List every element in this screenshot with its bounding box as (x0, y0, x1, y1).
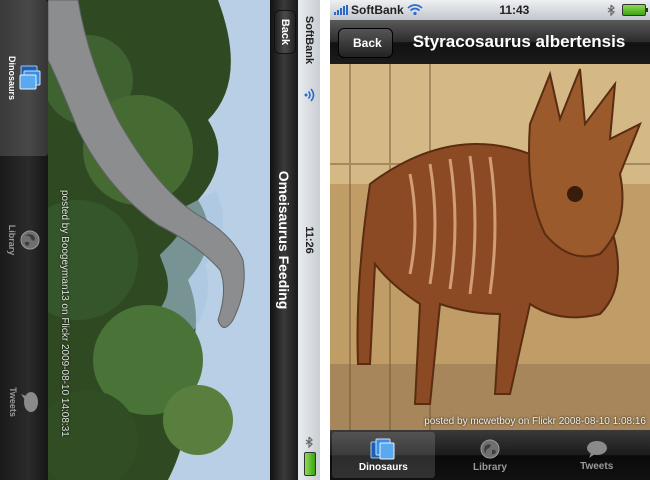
left-nav-title: Omeisaurus Feeding (270, 150, 298, 330)
battery-icon (621, 4, 648, 16)
tweets-bubble-icon (586, 440, 607, 458)
right-back-button[interactable]: Back (338, 28, 393, 58)
signal-strength-icon (334, 5, 348, 15)
right-nav-bar: Back Styracosaurus albertensis (330, 20, 650, 65)
bluetooth-icon (607, 4, 615, 16)
right-tab-dinosaurs[interactable]: Dinosaurs (332, 432, 435, 478)
left-tab-tweets[interactable]: Tweets (0, 324, 48, 480)
left-back-button[interactable]: Back (274, 10, 296, 54)
left-photo-credit: posted by Boogeyman13 on Flickr 2009-08-… (59, 190, 70, 437)
dinosaurs-cards-icon (19, 65, 41, 90)
left-tab-tweets-label: Tweets (8, 387, 18, 417)
left-screen: Dinosaurs Library Tweets posted by Booge… (0, 0, 320, 480)
left-time-text: 11:26 (303, 226, 315, 254)
right-tab-bar: Dinosaurs Library Tweets (330, 430, 650, 480)
wifi-icon (304, 88, 315, 102)
left-status-bar: SoftBank 11:26 (298, 0, 320, 480)
right-tab-library[interactable]: Library (439, 432, 542, 478)
library-globe-icon (20, 230, 40, 250)
right-tab-tweets[interactable]: Tweets (545, 432, 648, 478)
wifi-icon (407, 4, 423, 16)
right-photo-credit: posted by mcwetboy on Flickr 2008-08-10 … (424, 416, 646, 427)
left-photo (48, 0, 270, 480)
left-tab-dinosaurs[interactable]: Dinosaurs (0, 0, 48, 156)
right-tab-tweets-label: Tweets (580, 460, 614, 472)
bluetooth-icon (305, 436, 313, 448)
dinosaurs-cards-icon (370, 438, 395, 459)
left-nav-title-text: Omeisaurus Feeding (276, 170, 292, 310)
left-tab-library-label: Library (7, 224, 17, 256)
left-back-label: Back (279, 18, 291, 46)
left-tab-library[interactable]: Library (0, 162, 48, 318)
left-tab-bar: Dinosaurs Library Tweets (0, 0, 48, 480)
right-nav-title: Styracosaurus albertensis (412, 32, 626, 51)
right-status-bar: SoftBank 11:43 (330, 0, 650, 20)
right-tab-library-label: Library (473, 461, 507, 473)
right-tab-dinosaurs-label: Dinosaurs (358, 461, 408, 473)
left-tab-dinosaurs-label: Dinosaurs (7, 55, 17, 100)
library-globe-icon (480, 439, 500, 458)
right-photo: posted by mcwetboy on Flickr 2008-08-10 … (330, 64, 650, 430)
right-time-text: 11:43 (499, 3, 530, 17)
styracosaurus-photo-image (330, 64, 650, 430)
battery-icon (304, 452, 316, 476)
left-carrier-text: SoftBank (303, 15, 315, 65)
right-screen: SoftBank 11:43 Back Styracosaurus albert… (330, 0, 650, 480)
omeisaurus-photo-image (48, 0, 270, 480)
right-carrier-text: SoftBank (351, 3, 404, 17)
right-back-label: Back (353, 36, 382, 50)
tweets-bubble-icon (21, 392, 38, 412)
